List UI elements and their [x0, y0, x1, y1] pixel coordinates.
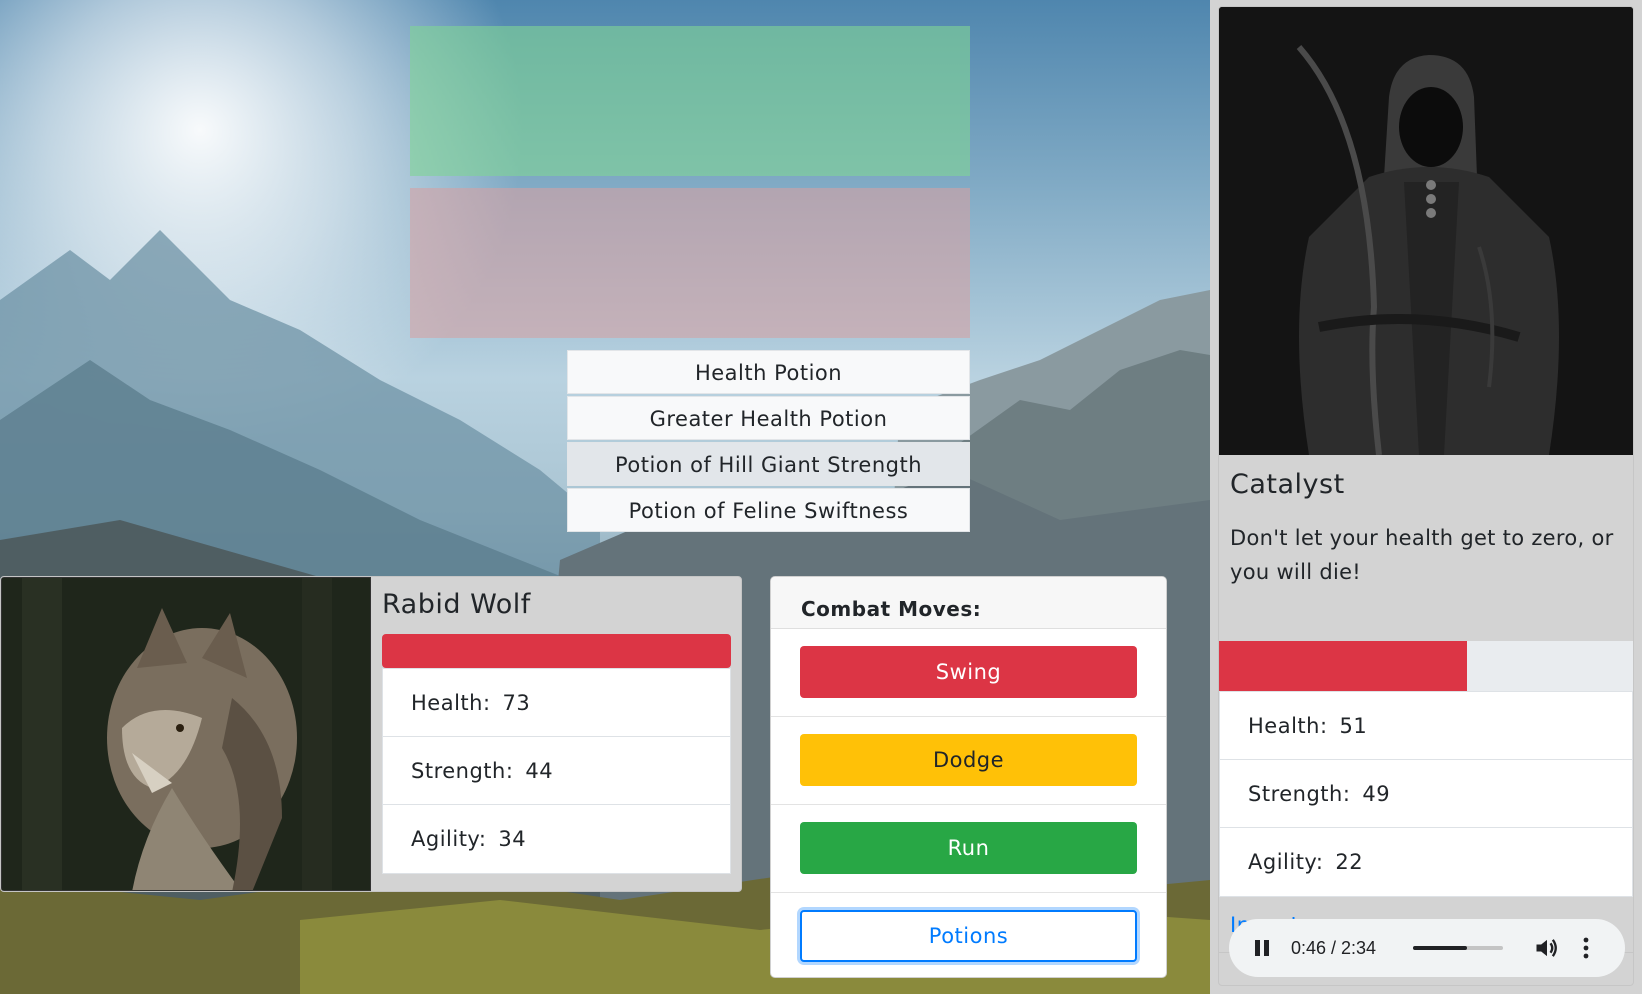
enemy-stat-health: Health: 73 [383, 669, 730, 737]
combat-moves-card: Combat Moves: Swing Dodge Run Potions [770, 576, 1167, 978]
enemy-stat-strength: Strength: 44 [383, 737, 730, 805]
player-name: Catalyst [1230, 469, 1345, 500]
player-health-bar [1219, 641, 1633, 691]
stat-value: 51 [1339, 714, 1368, 738]
stat-value: 49 [1362, 782, 1391, 806]
enemy-body: Rabid Wolf Health: 73 Strength: 44 Agility… [382, 577, 731, 874]
enemy-health-bar [382, 634, 731, 668]
run-button[interactable]: Run [800, 822, 1137, 874]
potion-item-greater-health[interactable]: Greater Health Potion [567, 396, 970, 440]
player-panel: Catalyst Don't let your health get to ze… [1210, 0, 1642, 994]
wolf-portrait-icon [1, 577, 371, 891]
move-row: Run [771, 805, 1166, 893]
audio-progress-fill [1413, 946, 1467, 950]
stat-label: Strength: [411, 759, 514, 783]
potion-item-feline-swiftness[interactable]: Potion of Feline Swiftness [567, 488, 970, 532]
player-description: Don't let your health get to zero, or yo… [1230, 526, 1614, 584]
potion-list: Health Potion Greater Health Potion Poti… [567, 350, 970, 534]
stat-label: Agility: [1248, 850, 1324, 874]
potions-button[interactable]: Potions [800, 910, 1137, 962]
potion-item-health[interactable]: Health Potion [567, 350, 970, 394]
potion-item-hill-giant-strength[interactable]: Potion of Hill Giant Strength [567, 442, 970, 486]
enemy-name: Rabid Wolf [382, 589, 531, 620]
enemy-health-bar-fill [382, 634, 731, 668]
more-vert-icon[interactable] [1581, 934, 1591, 962]
move-row: Dodge [771, 717, 1166, 805]
audio-progress-slider[interactable] [1413, 946, 1503, 950]
audio-time: 0:46 / 2:34 [1291, 937, 1377, 958]
stat-value: 73 [502, 691, 531, 715]
swing-button[interactable]: Swing [800, 646, 1137, 698]
dodge-button[interactable]: Dodge [800, 734, 1137, 786]
player-stats: Health: 51 Strength: 49 Agility: 22 [1219, 691, 1633, 897]
stat-label: Health: [1248, 714, 1328, 738]
pause-icon[interactable] [1249, 935, 1275, 961]
player-health-bar-fill [1219, 641, 1468, 691]
enemy-stat-agility: Agility: 34 [383, 805, 730, 873]
combat-moves-header: Combat Moves: [771, 577, 1166, 629]
stat-value: 34 [498, 827, 527, 851]
enemy-stats: Health: 73 Strength: 44 Agility: 34 [382, 668, 731, 874]
volume-icon[interactable] [1533, 934, 1561, 962]
move-row: Potions [771, 893, 1166, 977]
stat-label: Agility: [411, 827, 487, 851]
top-green-bar [410, 26, 970, 176]
player-stat-strength: Strength: 49 [1220, 760, 1632, 828]
enemy-card: Rabid Wolf Health: 73 Strength: 44 Agility… [0, 576, 742, 892]
stat-label: Health: [411, 691, 491, 715]
top-red-bar [410, 188, 970, 338]
player-card: Catalyst Don't let your health get to ze… [1218, 6, 1634, 986]
player-stat-agility: Agility: 22 [1220, 828, 1632, 896]
stat-value: 22 [1335, 850, 1364, 874]
move-row: Swing [771, 629, 1166, 717]
stat-value: 44 [525, 759, 554, 783]
armored-warrior-portrait-icon [1219, 7, 1633, 455]
stat-label: Strength: [1248, 782, 1351, 806]
player-body: Catalyst Don't let your health get to ze… [1219, 455, 1633, 953]
player-stat-health: Health: 51 [1220, 692, 1632, 760]
audio-player: 0:46 / 2:34 [1229, 919, 1625, 977]
